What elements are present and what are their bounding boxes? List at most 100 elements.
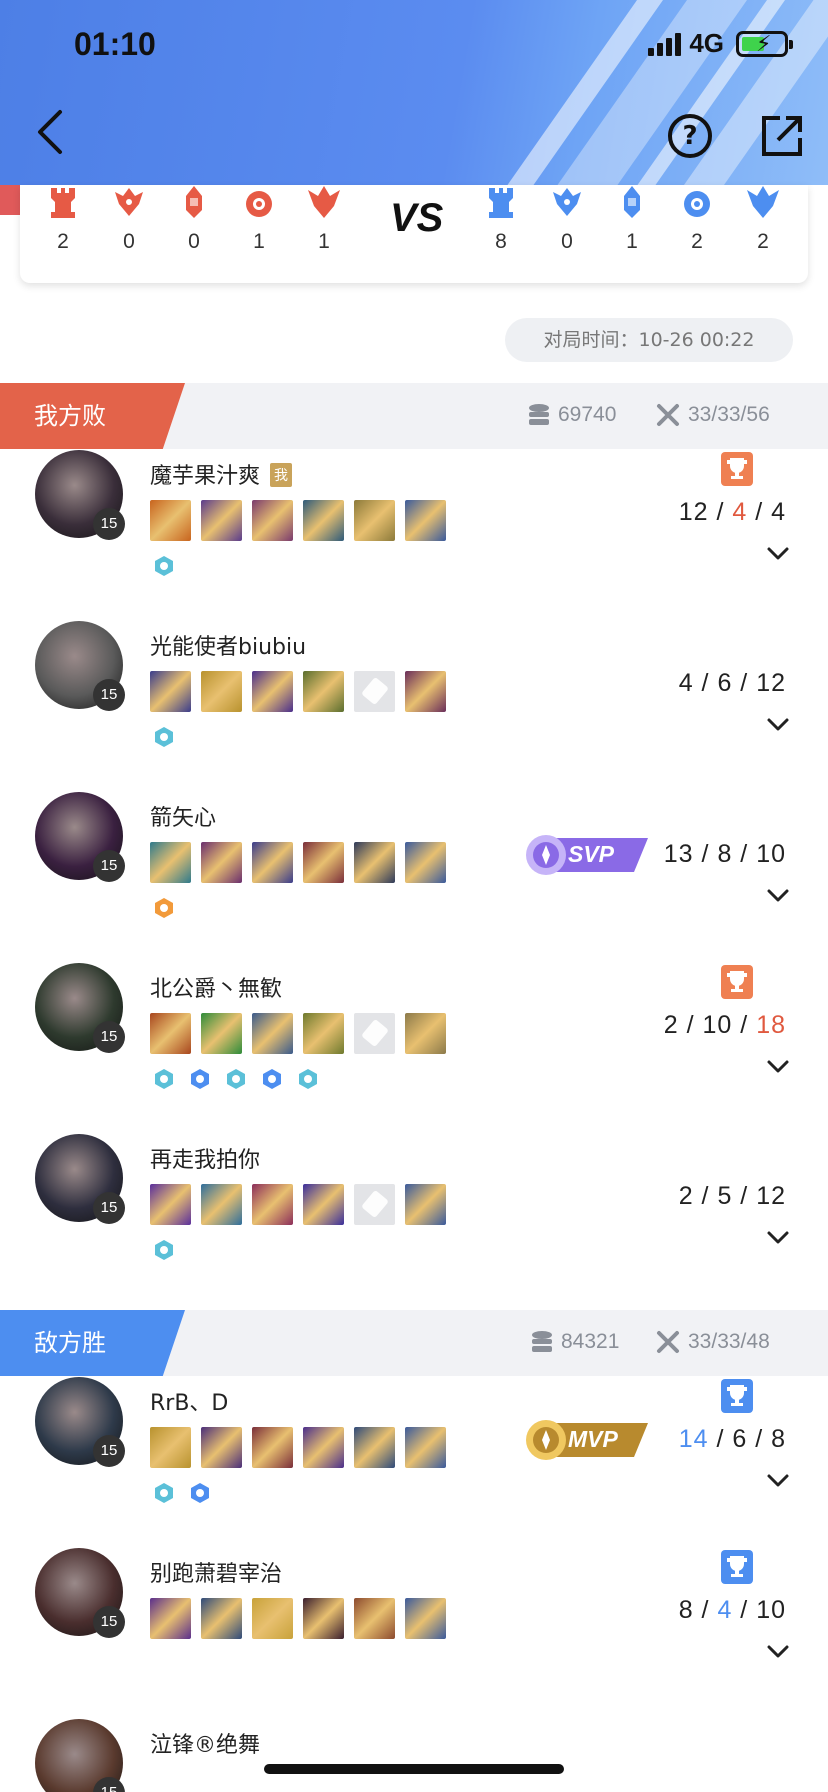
item-build	[150, 842, 446, 883]
chevron-down-icon[interactable]	[766, 888, 790, 904]
champion-level: 15	[93, 1192, 125, 1224]
objective-baron-red: 0	[169, 184, 219, 254]
item-icon	[252, 1184, 293, 1225]
team-kda: 33/33/48	[656, 1330, 770, 1354]
svp-badge: SVP	[522, 832, 650, 878]
kda-assists: 10	[756, 1596, 786, 1624]
item-icon	[150, 1427, 191, 1468]
objective-tower-red: 2	[38, 184, 88, 254]
item-icon	[201, 1184, 242, 1225]
item-icon	[252, 671, 293, 712]
kda-deaths: 6	[732, 1425, 748, 1453]
gold-value: 69740	[558, 403, 617, 426]
kda-deaths: 4	[732, 498, 748, 526]
player-name: 泣锋®绝舞	[150, 1727, 260, 1759]
rune-icon	[152, 725, 176, 749]
kda-kills: 2	[678, 1182, 694, 1210]
empty-item-slot	[354, 1184, 395, 1225]
help-button[interactable]: ?	[668, 114, 712, 158]
item-build	[150, 1598, 446, 1639]
team-color-marker	[0, 185, 20, 215]
objective-count: 1	[318, 230, 330, 253]
back-button[interactable]	[32, 108, 72, 156]
kda-deaths: 8	[717, 840, 733, 868]
kda-kills: 14	[678, 1425, 709, 1453]
player-name-text: 北公爵丶無歓	[150, 977, 283, 1002]
player-name-text: 魔芋果汁爽	[150, 464, 261, 489]
objective-herald-red: 1	[234, 184, 284, 254]
player-name-text: 光能使者biubiu	[150, 635, 307, 660]
item-icon	[150, 500, 191, 541]
header-bar: 01:10 4G ⚡ ?	[0, 0, 828, 185]
item-icon	[150, 1013, 191, 1054]
share-button[interactable]	[760, 114, 804, 158]
mvp-badge: MVP	[522, 1417, 650, 1463]
chevron-down-icon[interactable]	[766, 717, 790, 733]
rune-icon	[296, 1067, 320, 1091]
rune-icon	[188, 1481, 212, 1505]
champion-level: 15	[93, 850, 125, 882]
item-build	[150, 671, 446, 712]
objective-tower-blue: 8	[476, 184, 526, 254]
player-row[interactable]: 15 北公爵丶無歓 2 / 10 / 18	[0, 943, 828, 1115]
baron-icon	[624, 186, 640, 218]
player-row[interactable]: 15 别跑萧碧宰治 8 / 4 / 10	[0, 1528, 828, 1700]
player-row[interactable]: 15 魔芋果汁爽我 12 / 4 / 4	[0, 430, 828, 602]
signal-icon	[648, 32, 682, 56]
objective-count: 2	[57, 230, 69, 253]
champion-level: 15	[93, 1435, 125, 1467]
item-icon	[354, 842, 395, 883]
kda-kills: 13	[663, 840, 694, 868]
dragon-icon	[553, 188, 581, 216]
player-name: RrB、D	[150, 1385, 228, 1417]
player-row[interactable]: 15 再走我拍你 2 / 5 / 12	[0, 1114, 828, 1286]
item-build	[150, 1013, 446, 1054]
rune-list	[152, 725, 176, 749]
item-icon	[303, 1427, 344, 1468]
rune-icon	[152, 896, 176, 920]
kda-deaths: 5	[717, 1182, 733, 1210]
player-row[interactable]: 15泣锋®绝舞	[0, 1699, 828, 1792]
chevron-down-icon[interactable]	[766, 546, 790, 562]
item-icon	[405, 1427, 446, 1468]
kda-deaths: 6	[717, 669, 733, 697]
kda-kills: 8	[678, 1596, 694, 1624]
champion-level: 15	[93, 679, 125, 711]
rune-list	[152, 1238, 176, 1262]
rune-icon	[152, 1067, 176, 1091]
chevron-down-icon[interactable]	[766, 1230, 790, 1246]
battery-icon: ⚡	[736, 30, 793, 57]
item-icon	[354, 1427, 395, 1468]
player-row[interactable]: 15 光能使者biubiu 4 / 6 / 12	[0, 601, 828, 773]
chevron-down-icon[interactable]	[766, 1644, 790, 1660]
player-name: 再走我拍你	[150, 1142, 260, 1174]
player-name-text: 箭矢心	[150, 806, 217, 831]
objective-herald-blue: 2	[672, 184, 722, 254]
elder-dragon-icon	[747, 186, 779, 218]
objective-elder-blue: 2	[738, 184, 788, 254]
match-time: 对局时间：10-26 00:22	[505, 318, 793, 362]
chevron-down-icon[interactable]	[766, 1473, 790, 1489]
item-icon	[405, 671, 446, 712]
item-icon	[201, 1598, 242, 1639]
champion-level: 15	[93, 1021, 125, 1053]
item-icon	[405, 842, 446, 883]
kda-assists: 4	[771, 498, 786, 526]
elder-dragon-icon	[308, 186, 340, 218]
objective-dragon-red: 0	[104, 184, 154, 254]
kda-assists: 12	[756, 1182, 786, 1210]
champion-level: 15	[93, 508, 125, 540]
item-build	[150, 1427, 446, 1468]
gold-value: 84321	[561, 1330, 620, 1353]
player-name: 魔芋果汁爽我	[150, 458, 293, 490]
player-name-text: RrB、D	[150, 1391, 229, 1416]
player-kda: 14 / 6 / 8	[678, 1425, 786, 1453]
objective-count: 0	[123, 230, 135, 253]
rune-icon	[188, 1067, 212, 1091]
trophy-icon	[721, 965, 753, 999]
item-icon	[303, 1598, 344, 1639]
item-icon	[201, 500, 242, 541]
player-row[interactable]: 15 箭矢心 SVP 13 / 8 / 10	[0, 772, 828, 944]
chevron-down-icon[interactable]	[766, 1059, 790, 1075]
player-row[interactable]: 15 RrB、D MVP 14 / 6 / 8	[0, 1357, 828, 1529]
